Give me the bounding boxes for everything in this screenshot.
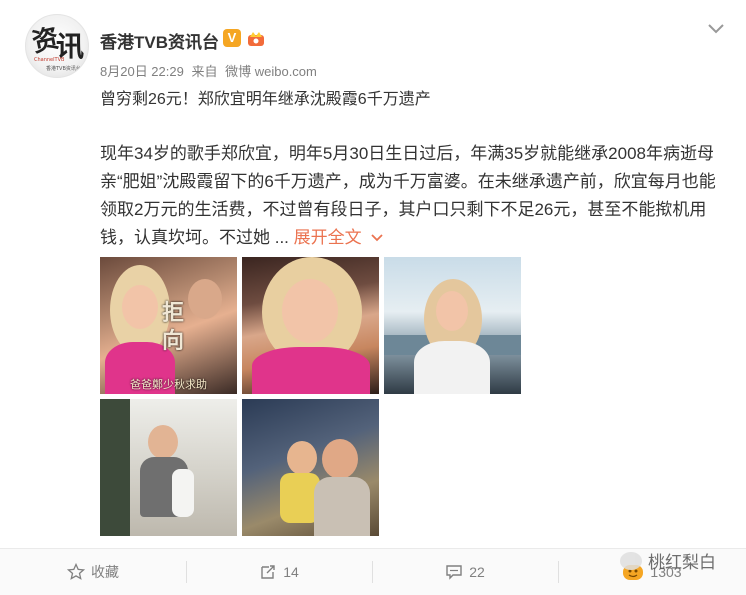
- verified-badge-icon: V: [223, 29, 241, 47]
- repost-count: 14: [283, 564, 299, 580]
- favorite-label: 收藏: [91, 564, 119, 580]
- post-photo-3[interactable]: [384, 257, 521, 394]
- photo-figure-top: [414, 341, 490, 394]
- post-body-text: 现年34岁的歌手郑欣宜，明年5月30日生日过后，年满35岁就能继承2008年病逝…: [100, 144, 716, 247]
- expand-chevron-icon: [371, 234, 383, 242]
- watermark: 桃红梨白: [620, 548, 716, 573]
- photo-child-face: [287, 441, 317, 475]
- photo-overlay-char-2: 向: [162, 328, 185, 354]
- repost-button[interactable]: 14: [186, 549, 372, 595]
- comment-icon: [446, 565, 462, 580]
- photo-adult-body: [314, 477, 370, 536]
- photo-figure-face: [122, 285, 158, 329]
- star-icon: [67, 563, 85, 580]
- account-name[interactable]: 香港TVB资讯台: [100, 28, 219, 53]
- comment-count: 22: [469, 564, 485, 580]
- avatar-logo-sub2: 香港TVB资讯台: [46, 66, 81, 72]
- photo-adult-face: [322, 439, 358, 479]
- post-photo-4[interactable]: [100, 399, 237, 536]
- post-photo-5[interactable]: [242, 399, 379, 536]
- photo-figure-face: [282, 279, 338, 343]
- photo-tree: [100, 399, 130, 536]
- photo-child: [172, 469, 194, 517]
- chevron-down-icon[interactable]: [706, 20, 726, 36]
- post-source[interactable]: 微博 weibo.com: [225, 64, 317, 79]
- repost-icon: [261, 565, 275, 579]
- photo-figure-face-2: [188, 279, 222, 319]
- photo-figure-face: [436, 291, 468, 331]
- photo-overlay-caption: 爸爸鄭少秋求助: [130, 378, 207, 391]
- post-timestamp[interactable]: 8月20日 22:29: [100, 64, 184, 79]
- expand-full-text-link[interactable]: 展开全文: [294, 228, 384, 247]
- watermark-text: 桃红梨白: [648, 553, 716, 572]
- expand-label: 展开全文: [293, 228, 362, 247]
- post-headline: 曾穷剩26元！郑欣宜明年继承沈殿霞6千万遗产: [100, 91, 431, 108]
- post-from-label: 来自: [191, 64, 218, 79]
- photo-adult-face: [148, 425, 178, 459]
- avatar-logo-sub: ChannelTVB: [34, 57, 65, 63]
- crown-icon: [248, 32, 264, 46]
- photo-figure-sweater: [252, 347, 370, 394]
- post-photo-2[interactable]: [242, 257, 379, 394]
- wechat-logo-icon: [620, 551, 642, 570]
- account-avatar[interactable]: 资 讯 ChannelTVB 香港TVB资讯台: [25, 14, 89, 78]
- post-body: 现年34岁的歌手郑欣宜，明年5月30日生日过后，年满35岁就能继承2008年病逝…: [100, 140, 720, 252]
- weibo-post: 资 讯 ChannelTVB 香港TVB资讯台 香港TVB资讯台 V 8月20日…: [0, 0, 746, 595]
- post-meta: 8月20日 22:29 来自 微博 weibo.com: [100, 61, 321, 80]
- post-photo-1[interactable]: 拒 向 爸爸鄭少秋求助: [100, 257, 237, 394]
- comment-button[interactable]: 22: [372, 549, 558, 595]
- favorite-button[interactable]: 收藏: [0, 549, 186, 595]
